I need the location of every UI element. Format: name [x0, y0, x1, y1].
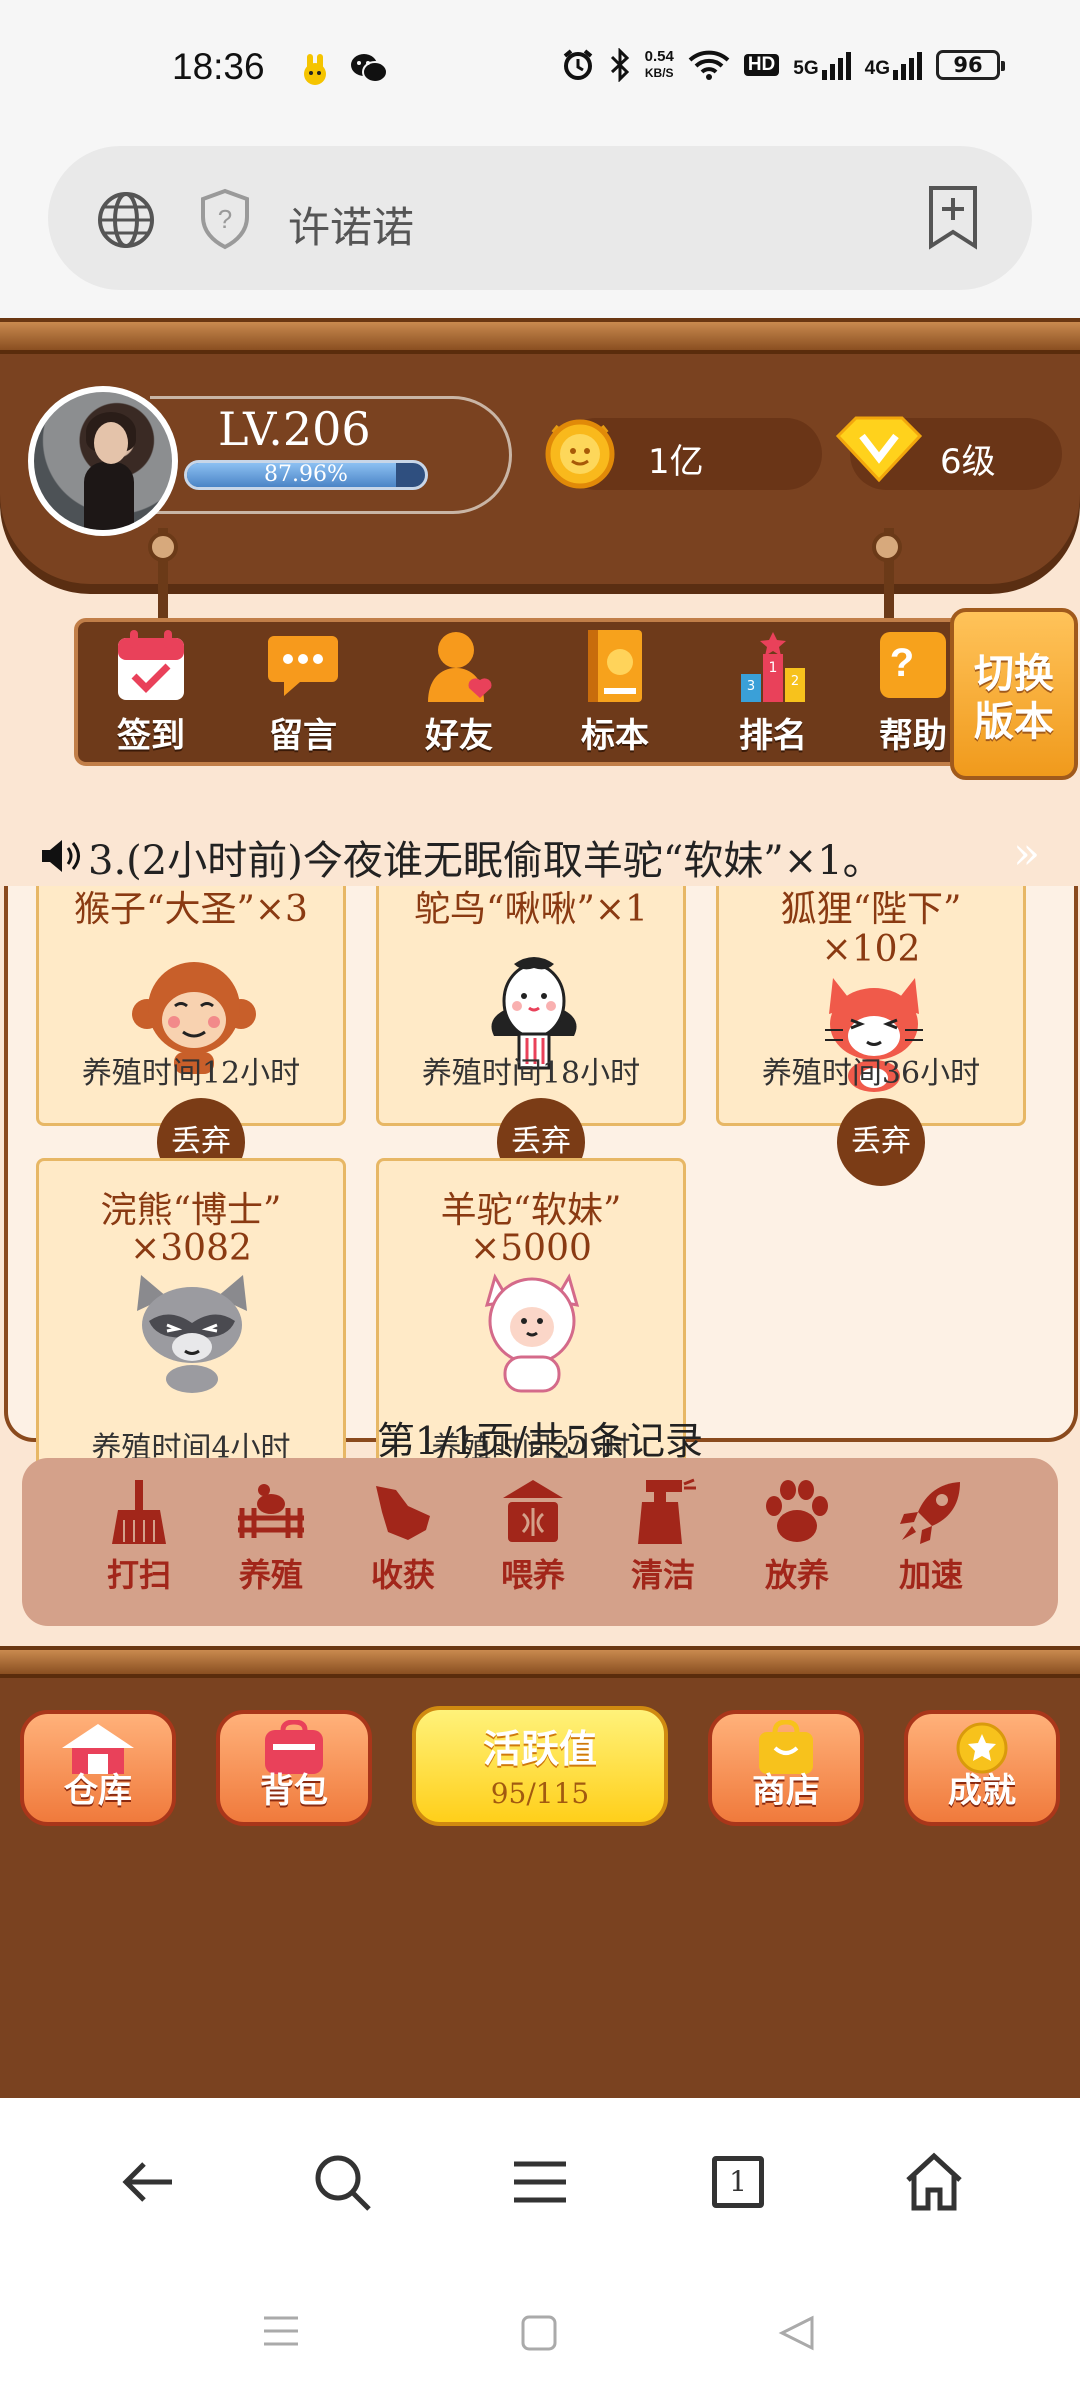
- menu-ranking[interactable]: 132 排名: [718, 628, 828, 758]
- system-nav-bar: [0, 2258, 1080, 2400]
- friend-icon: [428, 632, 492, 702]
- activity-value: 95/115: [490, 1777, 590, 1810]
- menu-board: [74, 618, 974, 766]
- calendar-check-icon: [118, 630, 184, 700]
- tool-speed-up[interactable]: 加速: [886, 1478, 976, 1596]
- menu-friends[interactable]: 好友: [404, 628, 514, 758]
- farm-icon: [238, 1484, 304, 1538]
- harvest-icon: [376, 1486, 430, 1540]
- tool-sweep[interactable]: 打扫: [94, 1478, 184, 1596]
- warehouse-button[interactable]: 仓库: [20, 1710, 176, 1826]
- spray-icon: [638, 1478, 696, 1544]
- alpaca-icon: [484, 1273, 580, 1393]
- svg-text:2: 2: [791, 674, 799, 689]
- tool-clean[interactable]: 清洁: [618, 1478, 708, 1596]
- switch-version-button[interactable]: 切换 版本: [950, 608, 1078, 780]
- wechat-icon: [351, 54, 388, 83]
- tabs-button[interactable]: 1: [706, 2150, 770, 2214]
- tab-count: 1: [712, 2156, 764, 2208]
- book-icon: [588, 630, 642, 702]
- signal-5g-icon: [821, 52, 851, 80]
- menu-icon[interactable]: [508, 2150, 572, 2214]
- avatar[interactable]: [28, 386, 178, 536]
- tool-harvest[interactable]: 收获: [358, 1478, 448, 1596]
- home-square-icon[interactable]: [520, 2314, 558, 2352]
- net-speed-value: 0.54: [644, 48, 674, 65]
- raccoon-icon: [137, 1275, 247, 1393]
- diamond-icon: [835, 416, 923, 483]
- svg-text:?: ?: [218, 204, 232, 234]
- recent-apps-icon[interactable]: [262, 2314, 300, 2348]
- svg-text:1: 1: [769, 660, 778, 676]
- podium-icon: 13 2: [741, 632, 805, 702]
- chat-bubble-icon: [268, 636, 338, 696]
- rocket-icon: [900, 1482, 960, 1544]
- menu-specimen[interactable]: 标本: [560, 628, 670, 758]
- home-icon[interactable]: [902, 2150, 966, 2214]
- hd-badge: HD: [743, 54, 780, 76]
- tool-feed[interactable]: 喂养: [488, 1478, 578, 1596]
- 4g-label: 4G: [864, 58, 890, 79]
- menu-help[interactable]: ? 帮助: [870, 628, 956, 758]
- security-shield-icon[interactable]: ?: [198, 188, 252, 250]
- ticker-text: 3.(2小时前)今夜谁无眠偷取羊驼“软妹”×1。: [88, 838, 883, 884]
- battery-indicator: 96: [936, 50, 1005, 80]
- menu-message[interactable]: 留言: [248, 628, 358, 758]
- backpack-button[interactable]: 背包: [216, 1710, 372, 1826]
- browser-nav-bar: 1: [0, 2098, 1080, 2258]
- tool-breed[interactable]: 养殖: [226, 1478, 316, 1596]
- 5g-label: 5G: [793, 58, 819, 79]
- back-arrow-icon[interactable]: [116, 2150, 180, 2214]
- animal-card: 猴子“大圣”×3 养殖时间12小时 丢弃: [36, 886, 346, 1186]
- paw-icon: [766, 1480, 828, 1542]
- help-icon: ?: [880, 632, 946, 698]
- wifi-icon: [688, 50, 730, 80]
- exp-percent: 87.96%: [264, 462, 348, 487]
- back-triangle-icon[interactable]: [778, 2314, 816, 2352]
- broom-icon: [112, 1480, 166, 1544]
- coin-amount: 1亿: [648, 442, 704, 482]
- discard-button[interactable]: 丢弃: [837, 1098, 925, 1186]
- vip-level: 6级: [940, 442, 996, 482]
- rabbit-app-icon: [304, 54, 326, 85]
- pagination: 第1/1页/共5条记录: [376, 1419, 704, 1463]
- search-query-text[interactable]: 许诺诺: [288, 194, 414, 255]
- animal-card: 狐狸“陛下” ×102 养殖时间36小时 丢弃: [716, 886, 1026, 1186]
- browser-address-bar: ? 许诺诺: [0, 140, 1080, 320]
- clock: 18:36: [172, 46, 265, 87]
- globe-icon[interactable]: [96, 190, 156, 250]
- feed-icon: [503, 1480, 563, 1542]
- tool-free-range[interactable]: 放养: [752, 1478, 842, 1596]
- shop-button[interactable]: 商店: [708, 1710, 864, 1826]
- net-speed-unit: KB/S: [644, 66, 674, 80]
- alarm-icon: [563, 49, 592, 80]
- speaker-icon: [40, 838, 82, 884]
- search-box[interactable]: ? 许诺诺: [48, 146, 1032, 290]
- svg-text:?: ?: [890, 641, 914, 685]
- status-bar: 18:36 0.54 KB/S HD 5G 4G 96: [0, 0, 1080, 140]
- animal-card: 鸵鸟“啾啾”×1 养殖时间18小时 丢弃: [376, 886, 686, 1186]
- player-level: LV.206: [218, 402, 371, 456]
- coin-icon: [545, 419, 615, 489]
- bottom-rail: [0, 1646, 1080, 1678]
- activity-button[interactable]: 活跃值 95/115: [412, 1706, 668, 1826]
- search-icon[interactable]: [310, 2150, 374, 2214]
- add-bookmark-icon[interactable]: [926, 184, 980, 250]
- top-rail: [0, 318, 1080, 354]
- svg-text:3: 3: [747, 679, 755, 694]
- bluetooth-icon: [610, 48, 629, 82]
- ticker-arrow-icon: »: [1013, 828, 1040, 879]
- news-ticker: 3.(2小时前)今夜谁无眠偷取羊驼“软妹”×1。 »: [40, 828, 1040, 884]
- game-area: LV.206 87.96% 1亿 6级 签到 留言 好友 标本 132 排名 ?…: [0, 318, 1080, 2098]
- achievement-button[interactable]: 成就: [904, 1710, 1060, 1826]
- signal-4g-icon: [893, 52, 922, 80]
- menu-sign-in[interactable]: 签到: [96, 628, 206, 758]
